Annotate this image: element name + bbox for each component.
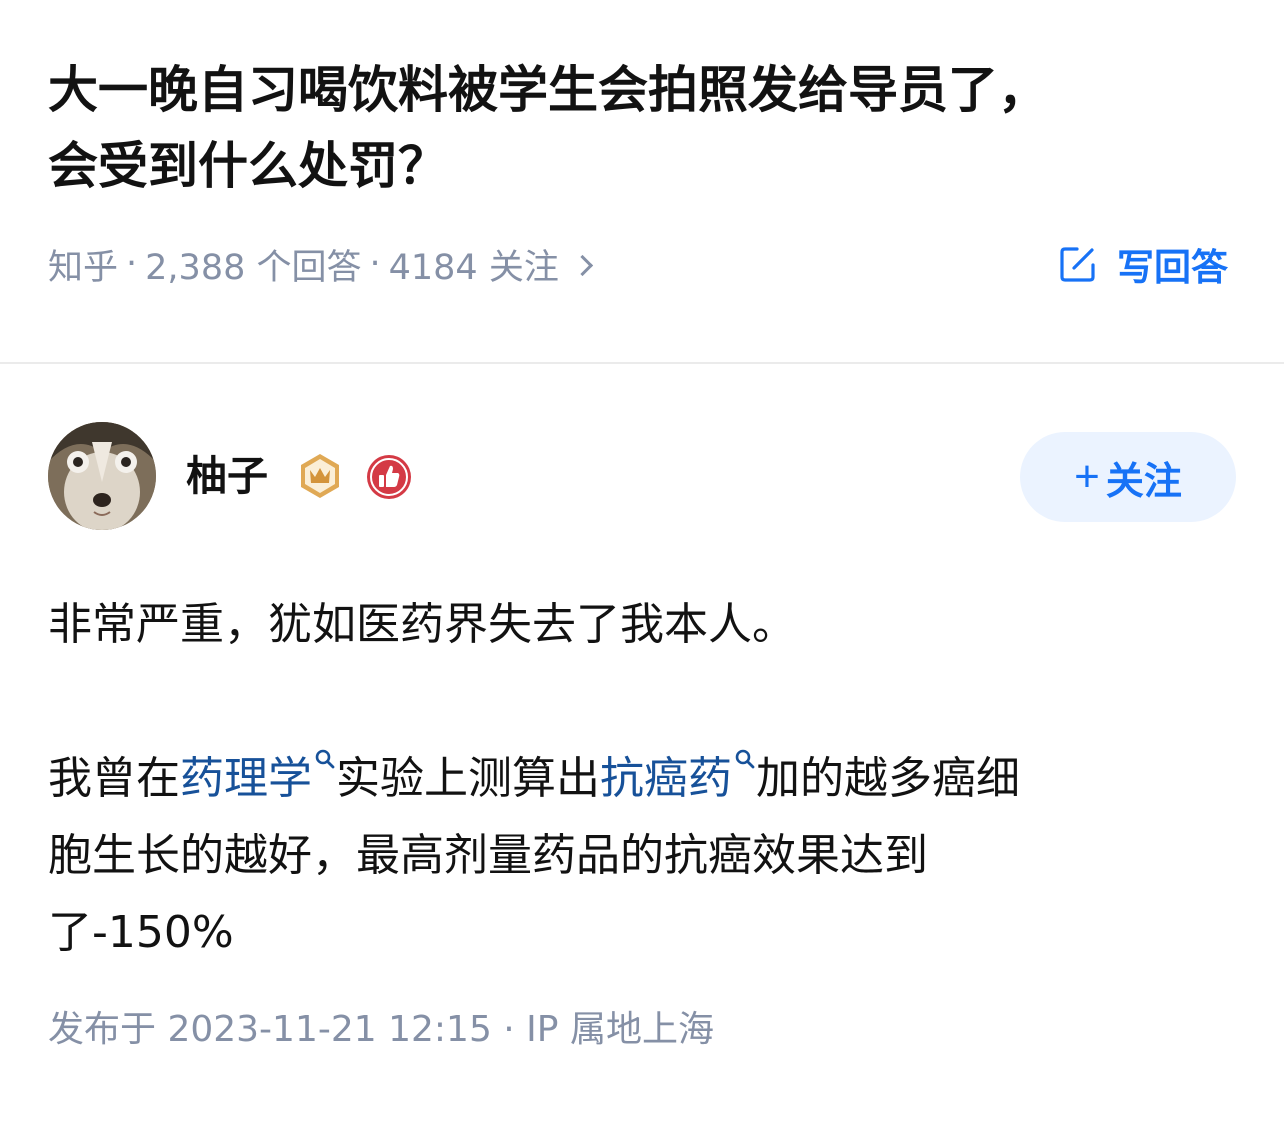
keyword-link-label: 抗癌药 — [600, 753, 732, 804]
publish-info: 发布于 2023-11-21 12:15 · IP 属地上海 — [48, 1009, 714, 1050]
answers-count: 2,388 个回答 — [145, 247, 362, 288]
search-icon — [315, 749, 335, 769]
search-icon — [735, 749, 755, 769]
write-answer-button[interactable]: 写回答 — [1059, 236, 1228, 292]
answer-paragraph: 非常严重，犹如医药界失去了我本人。 — [48, 599, 796, 650]
chevron-right-icon — [571, 254, 593, 276]
keyword-link-label: 药理学 — [180, 753, 312, 804]
question-title-line2: 会受到什么处罚？ — [48, 137, 448, 195]
text-segment: 我曾在 — [48, 753, 180, 804]
husky-avatar-image — [48, 422, 156, 530]
author-avatar[interactable] — [48, 422, 156, 530]
follow-label: 关注 — [1105, 460, 1182, 503]
question-meta[interactable]: 知乎 · 2,388 个回答 · 4184 关注 — [48, 238, 593, 290]
question-title[interactable]: 大一晚自习喝饮料被学生会拍照发给导员了， 会受到什么处罚？ — [48, 52, 1238, 204]
edit-icon — [1060, 247, 1095, 282]
write-answer-label: 写回答 — [1117, 246, 1228, 289]
keyword-link-anticancer[interactable]: 抗癌药 — [600, 749, 756, 804]
separator-dot: · — [369, 244, 381, 284]
answer-content: 非常严重，犹如医药界失去了我本人。 我曾在药理学 实验上测算出抗癌药 加的越多癌细胞… — [48, 586, 1218, 971]
source-label: 知乎 — [48, 247, 119, 288]
answer-paragraph: 我曾在药理学 实验上测算出抗癌药 加的越多癌细胞生长的越好，最高剂量药品的抗癌效果达… — [48, 740, 1218, 971]
plus-icon: + — [1074, 452, 1100, 501]
text-segment: 实验上测算出 — [336, 753, 600, 804]
thumbs-up-badge-icon[interactable] — [366, 454, 412, 500]
divider — [0, 362, 1284, 364]
question-title-line1: 大一晚自习喝饮料被学生会拍照发给导员了， — [48, 61, 1048, 119]
author-name[interactable]: 柚子 — [186, 450, 268, 502]
crown-badge-icon[interactable] — [296, 452, 344, 500]
follow-button[interactable]: + 关注 — [1020, 432, 1236, 522]
text-segment: 胞生长的越好，最高剂量药品的抗癌效果达到 — [48, 830, 928, 881]
followers-count: 4184 关注 — [388, 247, 559, 288]
answer-page: 大一晚自习喝饮料被学生会拍照发给导员了， 会受到什么处罚？ 知乎 · 2,388… — [0, 0, 1284, 1147]
text-segment: 了-150% — [48, 907, 234, 958]
separator-dot: · — [126, 244, 138, 284]
keyword-link-pharmacology[interactable]: 药理学 — [180, 749, 336, 804]
text-segment: 加的越多癌细 — [756, 753, 1020, 804]
